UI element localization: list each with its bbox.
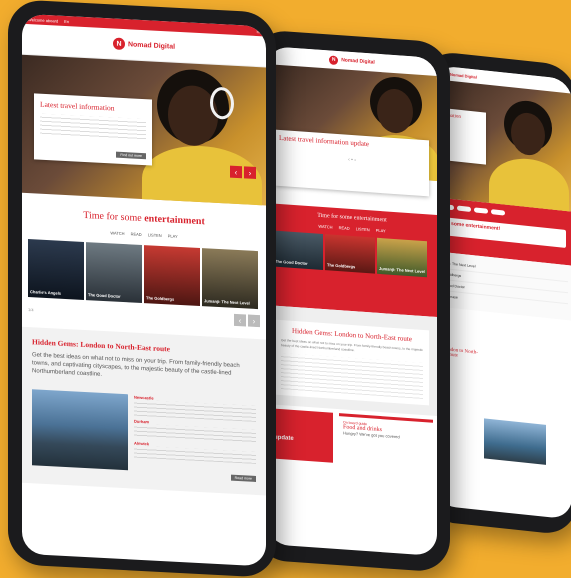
welcome-text: Welcome aboard	[28, 16, 59, 24]
middle-thumbs: The Good Doctor The Goldbergs Jumanji: T…	[273, 230, 431, 278]
logo-mark-icon: N	[112, 37, 125, 51]
ent-title-pre: Time for some	[83, 209, 142, 224]
tab-watch[interactable]: WATCH	[318, 224, 332, 230]
article-sections: Newcastle Durham Alnwick Read more	[134, 395, 256, 485]
front-article-body: Newcastle Durham Alnwick Read more	[32, 389, 256, 485]
front-screen: Welcome aboard En ☰ N Nomad Digital Late…	[22, 13, 266, 567]
front-phone: Welcome aboard En ☰ N Nomad Digital Late…	[8, 0, 276, 578]
front-entertainment: Time for some entertainment WATCH READ L…	[22, 193, 266, 334]
thumb-title: The Good Doctor	[275, 258, 308, 266]
thumb-jumanji[interactable]: Jumanji: The Next Level	[202, 248, 258, 310]
brand-name: Nomad Digital	[341, 57, 375, 66]
read-more-button[interactable]: Read more	[230, 474, 256, 482]
middle-hero-card: Latest travel information update ‹ • ›	[275, 129, 429, 197]
thumb-title: Jumanji: The Next Level	[379, 265, 425, 275]
middle-screen: N Nomad Digital Latest travel informatio…	[267, 46, 437, 556]
tab-pill[interactable]	[491, 209, 505, 216]
read-more-row: Read more	[134, 461, 256, 485]
middle-logo: N Nomad Digital	[329, 54, 375, 67]
front-article: Hidden Gems: London to North-East route …	[22, 326, 266, 496]
front-hero-title: Latest travel information	[40, 99, 115, 113]
middle-food-card[interactable]: On board guide Food and drinks Hungry? W…	[339, 413, 433, 470]
article-image	[32, 389, 128, 471]
hero-person	[489, 154, 569, 212]
front-hero: Latest travel information Find out more …	[22, 54, 266, 206]
middle-phone: N Nomad Digital Latest travel informatio…	[253, 29, 450, 573]
front-article-lead: Get the best ideas on what not to miss o…	[32, 352, 240, 378]
tab-read[interactable]: READ	[339, 225, 350, 231]
thumb-good-doctor[interactable]: The Good Doctor	[273, 230, 323, 271]
tab-listen[interactable]: LISTEN	[356, 226, 370, 232]
thumb-goldbergs[interactable]: The Goldbergs	[325, 234, 375, 274]
thumb-title: Jumanji: The Next Level	[204, 298, 250, 306]
language-select[interactable]: En	[64, 18, 69, 23]
hero-body-lines	[40, 113, 146, 142]
tab-watch[interactable]: WATCH	[110, 230, 124, 236]
tab-play[interactable]: PLAY	[376, 228, 386, 234]
ent-title-bold: entertainment	[144, 213, 205, 228]
back-article-image	[484, 418, 546, 465]
prev-arrow-icon[interactable]: ‹	[234, 313, 246, 327]
logo-mark-icon: N	[329, 54, 339, 65]
front-ent-title: Time for some entertainment	[28, 207, 260, 230]
hero-arrows: ‹ ›	[230, 165, 256, 179]
middle-article-card: Hidden Gems: London to North-East route …	[275, 319, 429, 406]
back-screen: N Nomad Digital Information for some ent…	[434, 65, 571, 520]
tab-play[interactable]: PLAY	[168, 233, 178, 239]
thumb-title: The Good Doctor	[88, 292, 121, 299]
brand-name: Nomad Digital	[450, 71, 477, 80]
tab-read[interactable]: READ	[131, 231, 142, 237]
middle-ent-band: Time for some entertainment WATCH READ L…	[267, 203, 437, 317]
middle-article: Hidden Gems: London to North-East route …	[267, 305, 437, 416]
tab-pill[interactable]	[457, 205, 471, 213]
thumb-goldbergs[interactable]: The Goldbergs	[144, 245, 200, 307]
thumb-jumanji[interactable]: Jumanji: The Next Level	[377, 237, 427, 278]
brand-name: Nomad Digital	[127, 40, 176, 51]
front-thumbs: Charlie's Angels The Good Doctor The Gol…	[28, 239, 260, 310]
thumb-good-doctor[interactable]: The Good Doctor	[86, 242, 142, 303]
thumb-title: The Goldbergs	[146, 295, 175, 302]
menu-icon[interactable]: ☰	[256, 28, 260, 33]
prev-arrow-icon[interactable]: ‹	[230, 165, 242, 179]
tab-listen[interactable]: LISTEN	[148, 232, 162, 238]
pager-count: 1/4	[28, 306, 34, 312]
next-arrow-icon[interactable]: ›	[248, 314, 260, 328]
headphones-icon	[210, 86, 234, 120]
front-logo[interactable]: N Nomad Digital	[112, 37, 176, 52]
carousel-arrows[interactable]: ‹ • ›	[279, 152, 425, 168]
front-hero-card: Latest travel information Find out more	[34, 93, 152, 166]
next-arrow-icon[interactable]: ›	[244, 166, 256, 179]
thumb-title: Charlie's Angels	[30, 289, 62, 296]
article-body-lines	[281, 353, 423, 399]
find-out-more-button[interactable]: Find out more	[116, 151, 146, 160]
thumb-charlies-angels[interactable]: Charlie's Angels	[28, 239, 84, 300]
tab-pill[interactable]	[474, 207, 488, 214]
back-ent-title: for some entertainment!	[440, 216, 566, 248]
thumb-title: The Goldbergs	[327, 262, 356, 270]
middle-bottom-row: update On board guide Food and drinks Hu…	[267, 404, 437, 474]
back-hero: Information	[434, 79, 571, 212]
middle-update-card[interactable]: update	[271, 408, 333, 463]
